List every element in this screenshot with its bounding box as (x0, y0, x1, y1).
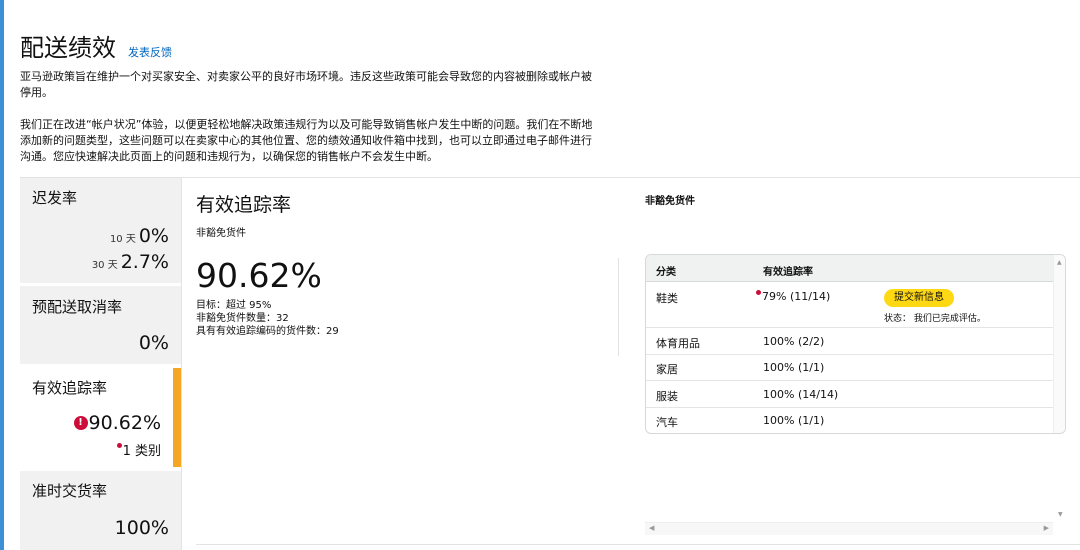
category-count: 1 类别 (122, 444, 161, 459)
window-left-edge (0, 0, 4, 550)
table-row: 体育用品 100% (2/2) (646, 328, 1054, 355)
table-heading: 非豁免货件 (645, 196, 695, 207)
alert-icon: ! (73, 416, 88, 430)
category-cell: 家居 (656, 363, 678, 376)
tile-label: 预配送取消率 (32, 298, 123, 316)
metric-value: 100% (114, 517, 169, 539)
rate-cell: 100% (14/14) (763, 388, 839, 401)
tile-on-time-delivery-rate[interactable]: 准时交货率 100% (20, 471, 181, 550)
scroll-up-icon[interactable]: ▲ (1057, 259, 1062, 266)
submit-new-info-button[interactable]: 提交新信息 (884, 289, 954, 307)
tile-valid-tracking-rate[interactable]: 有效追踪率 ! 90.62% 1 类别 (20, 368, 181, 467)
target-stat: 目标：超过 95% (196, 300, 272, 311)
tile-note-row: 1 类别 (116, 440, 161, 459)
alert-dot-icon (756, 290, 761, 295)
metric-tiles: 迟发率 10 天 0% 30 天 2.7% 预配送取消率 0% 有效追踪率 ! … (20, 178, 181, 550)
tile-pre-fulfillment-cancel-rate[interactable]: 预配送取消率 0% (20, 286, 181, 364)
category-cell: 服装 (656, 390, 678, 403)
page-title: 配送绩效 (20, 34, 116, 62)
metric-value: 2.7% (120, 251, 169, 273)
period-label: 30 天 (91, 260, 118, 271)
column-divider (618, 258, 619, 356)
metric-subtitle: 非豁免货件 (196, 228, 246, 239)
metric-value: 0% (138, 225, 169, 247)
category-cell: 体育用品 (656, 337, 700, 350)
scroll-right-icon[interactable]: ▶ (1044, 524, 1049, 532)
table-row: 家居 100% (1/1) (646, 355, 1054, 381)
panel-vertical-scrollbar[interactable]: ▼ (1055, 434, 1067, 522)
metric-value: 90.62% (88, 412, 161, 434)
selected-indicator (173, 368, 181, 467)
rate-value: 79% (11/14) (762, 290, 831, 303)
column-header-category: 分类 (656, 267, 676, 278)
tile-value-row: 0% (139, 332, 169, 354)
tile-row-10-days: 10 天 0% (110, 225, 169, 247)
scroll-left-icon[interactable]: ◀ (649, 524, 654, 532)
tracked-count-stat: 具有有效追踪编码的货件数：29 (196, 326, 339, 337)
tile-row-30-days: 30 天 2.7% (92, 251, 169, 273)
metric-stats: 目标：超过 95% 非豁免货件数量：32 具有有效追踪编码的货件数：29 (196, 299, 339, 338)
metric-title: 有效追踪率 (196, 194, 292, 216)
improvement-description: 我们正在改进“帐户状况”体验，以便更轻松地解决政策违规行为以及可能导致销售帐户发… (20, 118, 593, 163)
rate-cell: 100% (2/2) (763, 335, 825, 348)
table-header: 分类 有效追踪率 (646, 255, 1054, 282)
shipment-count-stat: 非豁免货件数量：32 (196, 313, 289, 324)
tile-label: 迟发率 (32, 189, 78, 207)
table-row: 鞋类 79% (11/14) 提交新信息 状态： 我们已完成评估。 (646, 282, 1054, 328)
tile-label: 准时交货率 (32, 482, 108, 500)
page-header: 配送绩效 发表反馈 亚马逊政策旨在维护一个对买家安全、对卖家公平的良好市场环境。… (20, 28, 600, 165)
period-label: 10 天 (109, 234, 136, 245)
status-text: 状态： 我们已完成评估。 (884, 314, 986, 324)
category-cell: 鞋类 (656, 292, 678, 305)
category-cell: 汽车 (656, 416, 678, 429)
tile-value-row: ! 90.62% (73, 412, 161, 434)
tile-late-shipment-rate[interactable]: 迟发率 10 天 0% 30 天 2.7% (20, 178, 181, 283)
horizontal-scrollbar[interactable]: ◀ ▶ (645, 522, 1053, 535)
rate-cell: 100% (1/1) (763, 361, 825, 374)
tile-label: 有效追踪率 (32, 379, 108, 397)
policy-description: 亚马逊政策旨在维护一个对买家安全、对卖家公平的良好市场环境。违反这些政策可能会导… (20, 70, 592, 99)
table-row: 服装 100% (14/14) (646, 381, 1054, 408)
rate-cell: 100% (1/1) (763, 414, 825, 427)
category-table: 分类 有效追踪率 鞋类 79% (11/14) 提交新信息 状态： 我们已完成评… (645, 254, 1066, 434)
title-row: 配送绩效 发表反馈 (20, 28, 600, 63)
metric-big-value: 90.62% (196, 256, 322, 295)
feedback-link[interactable]: 发表反馈 (128, 44, 172, 60)
panel-divider (181, 178, 182, 550)
scroll-down-icon[interactable]: ▼ (1058, 511, 1063, 518)
table-row: 汽车 100% (1/1) (646, 408, 1054, 433)
metric-value: 0% (138, 332, 169, 354)
bottom-divider (196, 544, 1080, 545)
column-header-rate: 有效追踪率 (763, 267, 813, 278)
table-vertical-scrollbar[interactable]: ▲ (1053, 255, 1065, 433)
rate-cell: 79% (11/14) (756, 290, 830, 303)
alert-dot-icon (116, 443, 122, 448)
tile-value-row: 100% (115, 517, 169, 539)
